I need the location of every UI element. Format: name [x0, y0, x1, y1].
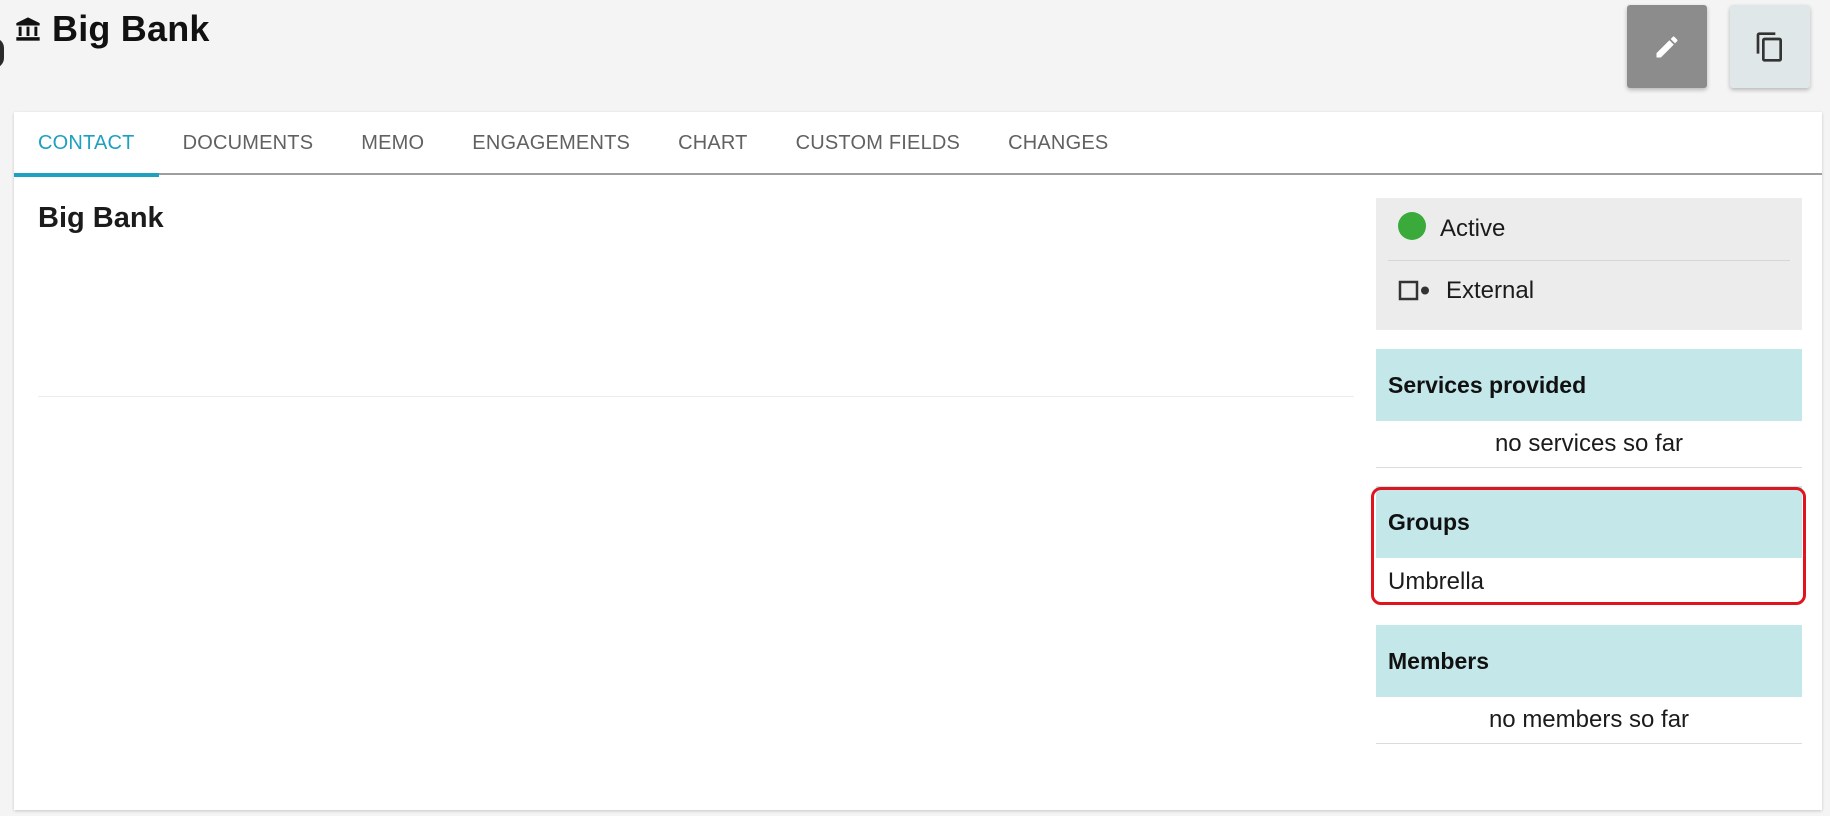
page-title: Big Bank	[52, 8, 210, 49]
edit-button[interactable]	[1627, 5, 1707, 88]
tab-documents[interactable]: DOCUMENTS	[159, 112, 338, 175]
copy-icon	[1756, 31, 1782, 62]
tab-custom-fields[interactable]: CUSTOM FIELDS	[772, 112, 984, 175]
tab-engagements[interactable]: ENGAGEMENTS	[448, 112, 654, 175]
groups-panel: Groups Umbrella	[1376, 486, 1802, 605]
bank-icon	[16, 17, 40, 41]
tab-contact[interactable]: CONTACT	[14, 112, 159, 177]
services-panel: Services provided no services so far	[1376, 349, 1802, 468]
collapsed-drawer-handle[interactable]	[0, 38, 4, 68]
tab-bar: CONTACT DOCUMENTS MEMO ENGAGEMENTS CHART…	[14, 112, 1822, 177]
groups-header: Groups	[1376, 486, 1802, 558]
status-box: Active External	[1376, 198, 1802, 330]
tab-memo[interactable]: MEMO	[337, 112, 448, 175]
page-header: Big Bank	[0, 0, 1830, 112]
external-icon	[1398, 280, 1429, 300]
contact-card: CONTACT DOCUMENTS MEMO ENGAGEMENTS CHART…	[14, 112, 1822, 810]
copy-button[interactable]	[1730, 5, 1810, 88]
pencil-icon	[1656, 35, 1678, 57]
services-header: Services provided	[1376, 349, 1802, 421]
members-panel: Members no members so far	[1376, 625, 1802, 744]
services-empty-text: no services so far	[1376, 421, 1802, 468]
external-label: External	[1446, 276, 1535, 304]
contact-name: Big Bank	[38, 202, 164, 234]
tab-changes[interactable]: CHANGES	[984, 112, 1132, 175]
group-item[interactable]: Umbrella	[1376, 558, 1802, 605]
status-active: Active	[1388, 198, 1790, 260]
active-label: Active	[1440, 215, 1506, 242]
members-empty-text: no members so far	[1376, 697, 1802, 744]
members-header: Members	[1376, 625, 1802, 697]
title-area: Big Bank	[14, 8, 210, 50]
status-external: External	[1388, 260, 1790, 320]
divider	[38, 396, 1354, 397]
active-status-icon	[1398, 212, 1426, 240]
tab-chart[interactable]: CHART	[654, 112, 772, 175]
